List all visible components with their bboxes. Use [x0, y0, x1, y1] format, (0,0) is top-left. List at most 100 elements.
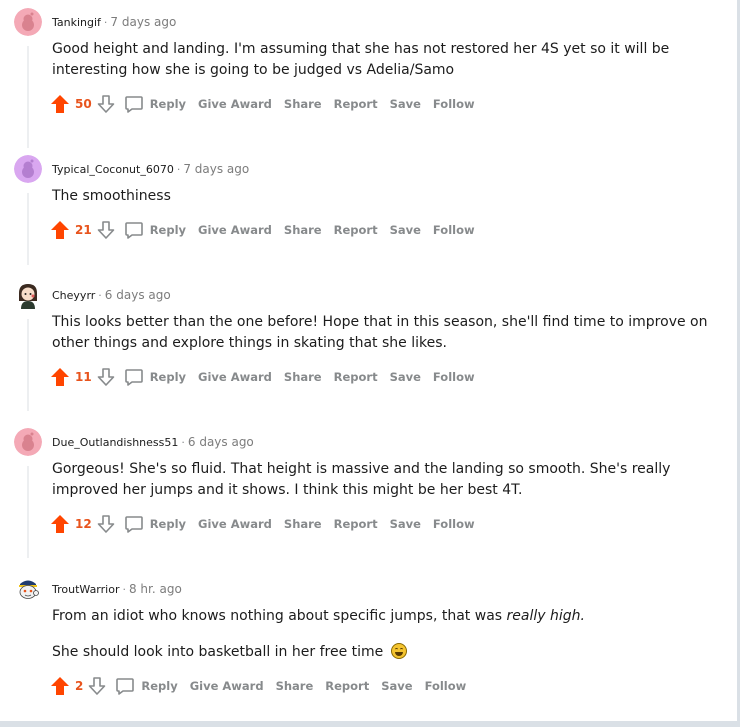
vote-score: 12 — [75, 517, 92, 531]
comment-author[interactable]: TroutWarrior — [52, 583, 119, 596]
comment-meta: TroutWarrior · 8 hr. ago — [52, 582, 182, 596]
reply-button[interactable]: Reply — [124, 220, 186, 240]
comments-panel: Tankingif · 7 days ago Good height and lan… — [0, 0, 737, 721]
thread-line[interactable] — [27, 319, 29, 411]
comment-author[interactable]: Typical_Coconut_6070 — [52, 163, 174, 176]
custom-avatar-icon — [14, 281, 42, 309]
report-button[interactable]: Report — [334, 97, 378, 111]
comment-time[interactable]: 6 days ago — [105, 288, 171, 302]
follow-button[interactable]: Follow — [425, 679, 467, 693]
vote-score: 50 — [75, 97, 92, 111]
upvote-arrow-icon[interactable] — [50, 676, 70, 696]
report-button[interactable]: Report — [334, 370, 378, 384]
comment-text: She should look into basketball in her f… — [52, 644, 384, 660]
snoo-avatar-icon — [14, 155, 42, 183]
meta-separator: · — [176, 163, 181, 176]
follow-button[interactable]: Follow — [433, 517, 475, 531]
comment-meta: Typical_Coconut_6070 · 7 days ago — [52, 162, 249, 176]
share-button[interactable]: Share — [284, 97, 322, 111]
thread-line[interactable] — [27, 193, 29, 265]
comment-1: Tankingif · 7 days ago Good height and lan… — [0, 8, 737, 148]
comment-body: Good height and landing. I'm assuming th… — [52, 39, 722, 81]
comment-paragraph-1: From an idiot who knows nothing about sp… — [52, 606, 722, 627]
follow-button[interactable]: Follow — [433, 97, 475, 111]
reply-label: Reply — [141, 679, 178, 693]
comment-2: Typical_Coconut_6070 · 7 days ago The smoo… — [0, 155, 737, 265]
snoo-avatar-icon — [14, 428, 42, 456]
give-award-button[interactable]: Give Award — [198, 97, 272, 111]
save-button[interactable]: Save — [390, 517, 421, 531]
share-button[interactable]: Share — [284, 517, 322, 531]
comment-meta: Due_Outlandishness51 · 6 days ago — [52, 435, 254, 449]
comment-bubble-icon — [124, 369, 143, 386]
give-award-button[interactable]: Give Award — [198, 517, 272, 531]
reply-label: Reply — [149, 97, 187, 111]
follow-button[interactable]: Follow — [433, 370, 475, 384]
meta-separator: · — [122, 583, 126, 596]
reply-label: Reply — [149, 223, 187, 237]
avatar[interactable] — [14, 575, 42, 603]
custom-avatar-icon — [14, 575, 42, 603]
comment-body: Gorgeous! She's so fluid. That height is… — [52, 459, 722, 501]
give-award-button[interactable]: Give Award — [190, 679, 264, 693]
report-button[interactable]: Report — [325, 679, 369, 693]
reply-button[interactable]: Reply — [124, 514, 186, 534]
give-award-button[interactable]: Give Award — [198, 223, 272, 237]
save-button[interactable]: Save — [390, 223, 421, 237]
downvote-arrow-icon[interactable] — [96, 514, 116, 534]
vote-score: 2 — [75, 679, 84, 693]
comment-time[interactable]: 6 days ago — [188, 435, 254, 449]
meta-separator: · — [103, 16, 108, 29]
reply-label: Reply — [149, 517, 187, 531]
comment-time[interactable]: 7 days ago — [183, 162, 249, 176]
meta-separator: · — [181, 436, 185, 449]
comment-actions: 50 Reply Give Award Share Report Save Fo… — [50, 92, 487, 116]
comment-text: Gorgeous! She's so fluid. That height is… — [52, 461, 671, 498]
save-button[interactable]: Save — [390, 370, 421, 384]
thread-line[interactable] — [27, 466, 29, 558]
comment-body: The smoothiness — [52, 186, 722, 207]
grinning-emoji-icon — [390, 643, 407, 659]
upvote-arrow-icon[interactable] — [50, 94, 70, 114]
avatar[interactable] — [14, 8, 42, 36]
comment-author[interactable]: Cheyyrr — [52, 289, 95, 302]
comment-time[interactable]: 8 hr. ago — [129, 582, 182, 596]
downvote-arrow-icon[interactable] — [96, 367, 116, 387]
comment-body: From an idiot who knows nothing about sp… — [52, 606, 722, 663]
avatar[interactable] — [14, 155, 42, 183]
share-button[interactable]: Share — [284, 370, 322, 384]
report-button[interactable]: Report — [334, 517, 378, 531]
avatar[interactable] — [14, 281, 42, 309]
comment-meta: Cheyyrr · 6 days ago — [52, 288, 171, 302]
share-button[interactable]: Share — [284, 223, 322, 237]
comment-paragraph-2: She should look into basketball in her f… — [52, 642, 722, 663]
upvote-arrow-icon[interactable] — [50, 514, 70, 534]
comment-bubble-icon — [124, 516, 143, 533]
reply-button[interactable]: Reply — [124, 367, 186, 387]
give-award-button[interactable]: Give Award — [198, 370, 272, 384]
reply-button[interactable]: Reply — [124, 94, 186, 114]
thread-line[interactable] — [27, 46, 29, 148]
report-button[interactable]: Report — [334, 223, 378, 237]
comment-text: The smoothiness — [52, 188, 171, 204]
avatar[interactable] — [14, 428, 42, 456]
meta-separator: · — [98, 289, 102, 302]
comment-author[interactable]: Due_Outlandishness51 — [52, 436, 178, 449]
save-button[interactable]: Save — [381, 679, 412, 693]
upvote-arrow-icon[interactable] — [50, 220, 70, 240]
share-button[interactable]: Share — [276, 679, 314, 693]
comment-time[interactable]: 7 days ago — [110, 15, 176, 29]
downvote-arrow-icon[interactable] — [87, 676, 107, 696]
reply-label: Reply — [149, 370, 187, 384]
downvote-arrow-icon[interactable] — [96, 220, 116, 240]
comment-author[interactable]: Tankingif — [52, 16, 101, 29]
save-button[interactable]: Save — [390, 97, 421, 111]
comment-body: This looks better than the one before! H… — [52, 312, 722, 354]
downvote-arrow-icon[interactable] — [96, 94, 116, 114]
vote-score: 11 — [75, 370, 92, 384]
reply-button[interactable]: Reply — [115, 676, 178, 696]
comment-actions: 12 Reply Give Award Share Report Save Fo… — [50, 512, 487, 536]
upvote-arrow-icon[interactable] — [50, 367, 70, 387]
comment-text: This looks better than the one before! H… — [52, 314, 708, 351]
follow-button[interactable]: Follow — [433, 223, 475, 237]
